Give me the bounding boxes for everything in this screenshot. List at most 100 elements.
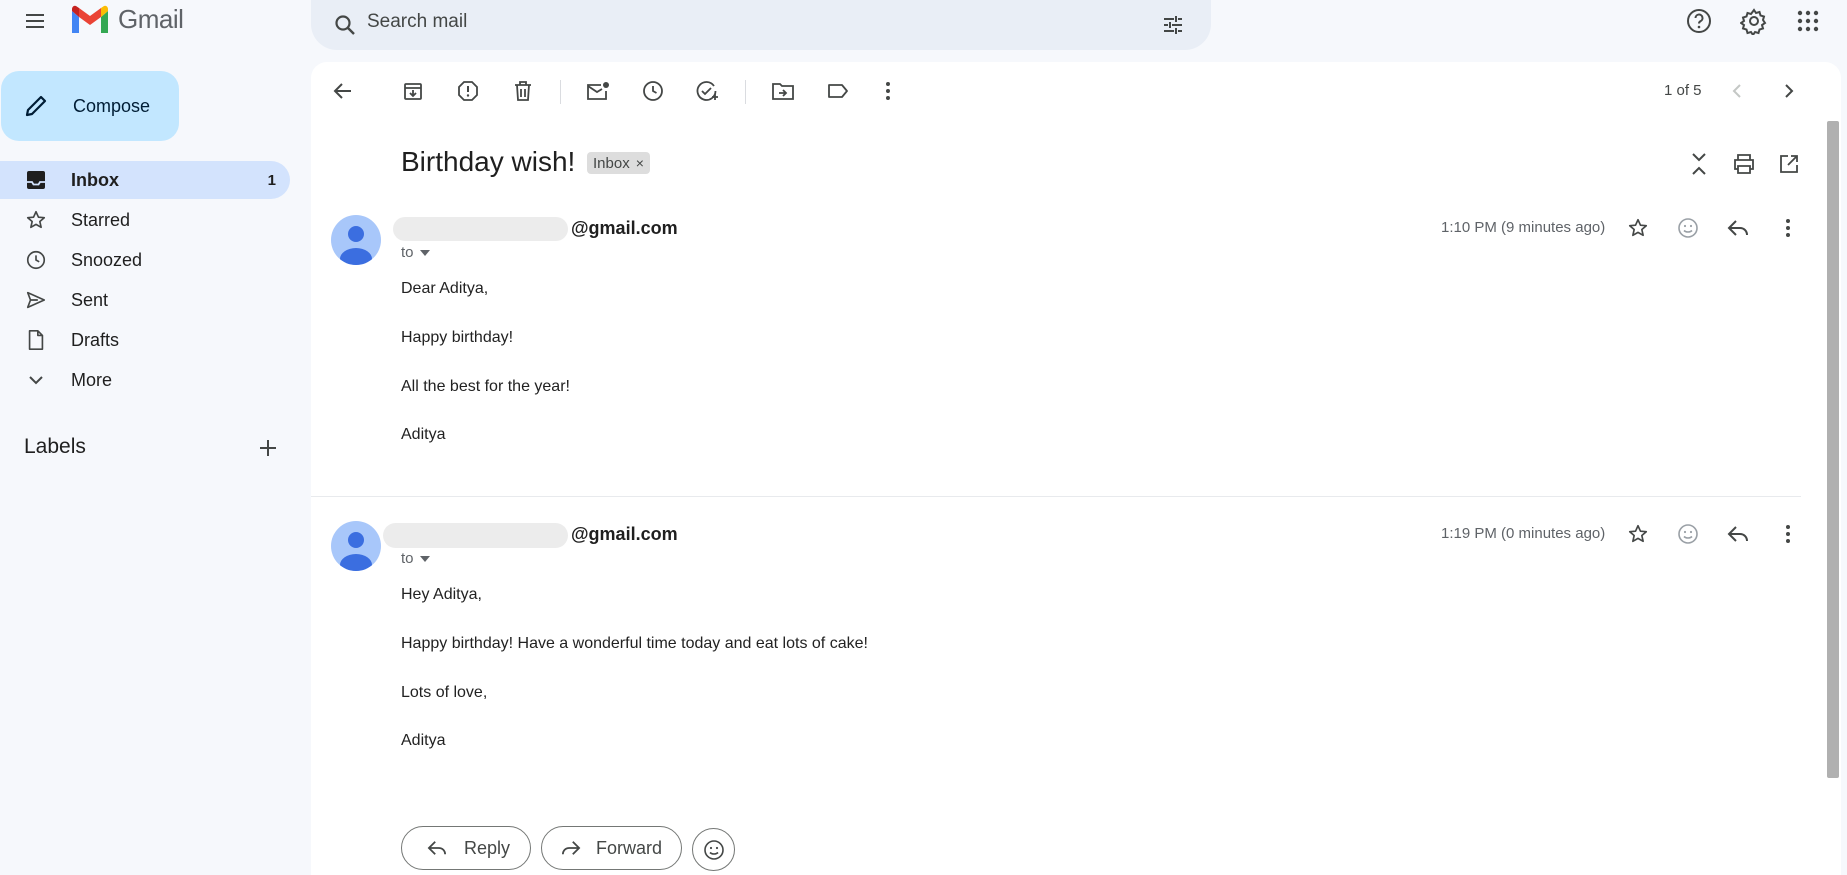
collapse-icon bbox=[1689, 152, 1709, 176]
sidebar-item-sent[interactable]: Sent bbox=[0, 281, 290, 319]
gmail-wordmark: Gmail bbox=[118, 4, 184, 34]
sender-email[interactable]: @gmail.com bbox=[571, 524, 678, 545]
recipient-toggle[interactable]: to bbox=[401, 244, 430, 261]
delete-button[interactable] bbox=[503, 71, 543, 111]
sidebar-item-snoozed[interactable]: Snoozed bbox=[0, 241, 290, 279]
spam-icon bbox=[457, 80, 479, 102]
search-bar bbox=[311, 0, 1211, 50]
message-body-line: Happy birthday! bbox=[401, 329, 514, 346]
draft-file-icon bbox=[24, 329, 48, 351]
message-more-button[interactable] bbox=[1768, 208, 1808, 248]
search-icon[interactable] bbox=[325, 5, 365, 45]
emoji-icon bbox=[1677, 523, 1699, 545]
compose-label: Compose bbox=[73, 95, 151, 116]
back-button[interactable] bbox=[323, 71, 363, 111]
emoji-reaction-button[interactable] bbox=[692, 828, 735, 871]
apps-grid-icon bbox=[1796, 9, 1820, 33]
gmail-logo[interactable]: Gmail bbox=[70, 4, 184, 35]
remove-label-button[interactable]: × bbox=[636, 155, 644, 171]
message-more-button[interactable] bbox=[1768, 514, 1808, 554]
apps-button[interactable] bbox=[1788, 1, 1828, 41]
clock-icon bbox=[24, 249, 48, 271]
reply-icon-button[interactable] bbox=[1718, 514, 1758, 554]
more-vert-icon bbox=[1785, 524, 1791, 544]
star-icon bbox=[1627, 523, 1649, 545]
star-icon bbox=[1627, 217, 1649, 239]
mark-unread-button[interactable] bbox=[578, 71, 618, 111]
report-spam-button[interactable] bbox=[448, 71, 488, 111]
main-menu-button[interactable] bbox=[15, 1, 55, 41]
unread-count: 1 bbox=[267, 171, 276, 189]
reply-icon-button[interactable] bbox=[1718, 208, 1758, 248]
hamburger-icon bbox=[23, 9, 47, 33]
arrow-left-icon bbox=[332, 80, 354, 102]
gmail-m-icon bbox=[70, 5, 110, 35]
pagination-text: 1 of 5 bbox=[1664, 82, 1702, 99]
redacted-sender bbox=[393, 217, 568, 241]
to-label: to bbox=[401, 244, 414, 261]
chevron-left-icon bbox=[1730, 83, 1746, 99]
more-options-button[interactable] bbox=[868, 71, 908, 111]
open-new-window-button[interactable] bbox=[1769, 144, 1809, 184]
compose-button[interactable]: Compose bbox=[1, 71, 179, 141]
search-input[interactable] bbox=[365, 0, 1129, 44]
thread-subject: Birthday wish! bbox=[401, 146, 576, 177]
toolbar-divider bbox=[745, 80, 746, 104]
message-timestamp[interactable]: 1:10 PM (9 minutes ago) bbox=[1441, 219, 1605, 236]
sidebar-item-label: Snoozed bbox=[71, 249, 143, 270]
older-button[interactable] bbox=[1768, 71, 1808, 111]
create-label-button[interactable] bbox=[248, 428, 288, 468]
mark-unread-icon bbox=[586, 80, 610, 102]
scrollbar-thumb[interactable] bbox=[1827, 121, 1839, 778]
message-view-panel bbox=[311, 62, 1841, 875]
help-button[interactable] bbox=[1679, 1, 1719, 41]
label-chip-text: Inbox bbox=[593, 154, 630, 172]
forward-label: Forward bbox=[596, 837, 663, 858]
label-chip-inbox: Inbox × bbox=[587, 152, 650, 174]
label-icon bbox=[826, 80, 850, 102]
clock-icon bbox=[642, 80, 664, 102]
sidebar-item-starred[interactable]: Starred bbox=[0, 201, 290, 239]
plus-icon bbox=[258, 438, 278, 458]
add-task-icon bbox=[696, 80, 720, 102]
star-icon bbox=[24, 209, 48, 231]
inbox-icon bbox=[24, 170, 48, 190]
to-label: to bbox=[401, 550, 414, 567]
newer-button[interactable] bbox=[1718, 71, 1758, 111]
help-icon bbox=[1685, 7, 1713, 35]
print-button[interactable] bbox=[1724, 144, 1764, 184]
sender-email[interactable]: @gmail.com bbox=[571, 218, 678, 239]
more-vert-icon bbox=[885, 81, 891, 101]
snooze-button[interactable] bbox=[633, 71, 673, 111]
add-reaction-button[interactable] bbox=[1668, 514, 1708, 554]
message-body-line: Lots of love, bbox=[401, 684, 488, 701]
search-options-icon[interactable] bbox=[1153, 5, 1193, 45]
labels-heading: Labels bbox=[24, 435, 86, 458]
chevron-right-icon bbox=[1780, 83, 1796, 99]
labels-button[interactable] bbox=[818, 71, 858, 111]
caret-down-icon bbox=[419, 555, 430, 562]
sidebar-item-label: More bbox=[71, 369, 113, 390]
gear-icon bbox=[1740, 7, 1768, 35]
collapse-all-button[interactable] bbox=[1679, 144, 1719, 184]
message-body-line: Happy birthday! Have a wonderful time to… bbox=[401, 635, 868, 652]
add-to-tasks-button[interactable] bbox=[688, 71, 728, 111]
settings-button[interactable] bbox=[1734, 1, 1774, 41]
chevron-down-icon bbox=[24, 371, 48, 389]
sidebar-item-drafts[interactable]: Drafts bbox=[0, 321, 290, 359]
avatar[interactable] bbox=[331, 521, 381, 571]
reply-button[interactable]: Reply bbox=[401, 826, 531, 870]
star-button[interactable] bbox=[1618, 514, 1658, 554]
sidebar-item-more[interactable]: More bbox=[0, 361, 290, 399]
add-reaction-button[interactable] bbox=[1668, 208, 1708, 248]
forward-button[interactable]: Forward bbox=[541, 826, 682, 870]
archive-button[interactable] bbox=[393, 71, 433, 111]
avatar[interactable] bbox=[331, 215, 381, 265]
emoji-icon bbox=[703, 839, 725, 861]
message-timestamp[interactable]: 1:19 PM (0 minutes ago) bbox=[1441, 525, 1605, 542]
recipient-toggle[interactable]: to bbox=[401, 550, 430, 567]
sidebar-item-inbox[interactable]: Inbox 1 bbox=[0, 161, 290, 199]
move-to-button[interactable] bbox=[763, 71, 803, 111]
star-button[interactable] bbox=[1618, 208, 1658, 248]
pencil-icon bbox=[23, 93, 49, 119]
